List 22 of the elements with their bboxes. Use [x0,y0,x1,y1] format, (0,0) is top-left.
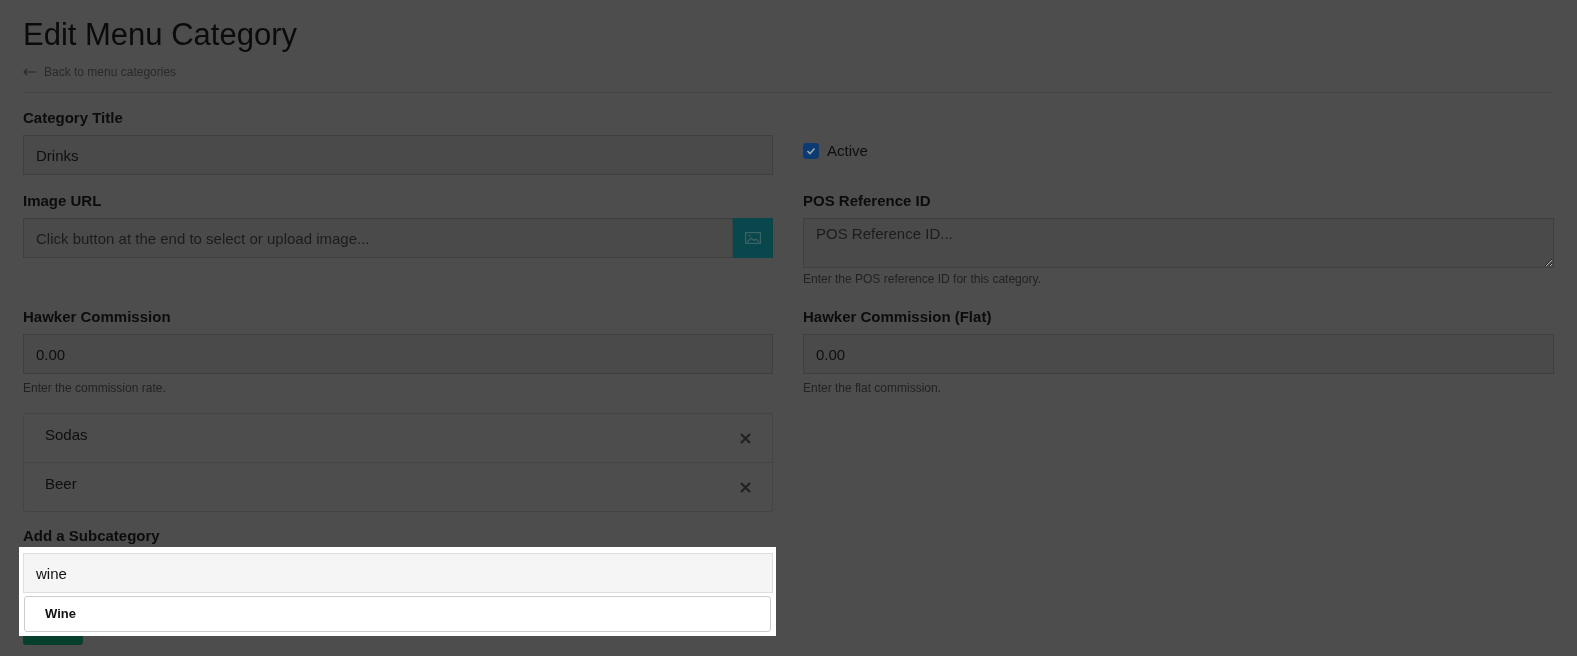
checkbox-label: Active [827,142,868,159]
field-label: Image URL [23,192,103,210]
field-label: Hawker Commission (Flat) [803,308,993,326]
image-icon [745,232,762,244]
hawker-commission-flat-field[interactable]: 0.00 [803,334,1554,374]
back-arrow-icon [23,68,37,76]
active-checkbox[interactable] [803,142,819,159]
field-label: Hawker Commission [23,308,172,326]
field-label: POS Reference ID [803,192,932,210]
category-title-field[interactable]: Drinks [23,135,773,175]
subcategory-name: Beer [45,474,77,492]
suggestion-option[interactable]: Wine [25,597,770,630]
remove-icon[interactable] [740,432,751,444]
field-label: Category Title [23,109,124,127]
image-picker-button[interactable] [733,218,773,258]
subcategory-name: Sodas [45,425,88,443]
hawker-commission-field[interactable]: 0.00 [23,334,773,374]
field-label: Add a Subcategory [23,527,161,545]
add-subcategory-field[interactable]: wine [23,553,773,593]
page-title: Edit Menu Category [23,16,298,54]
check-icon [806,146,816,155]
remove-icon[interactable] [740,481,751,493]
